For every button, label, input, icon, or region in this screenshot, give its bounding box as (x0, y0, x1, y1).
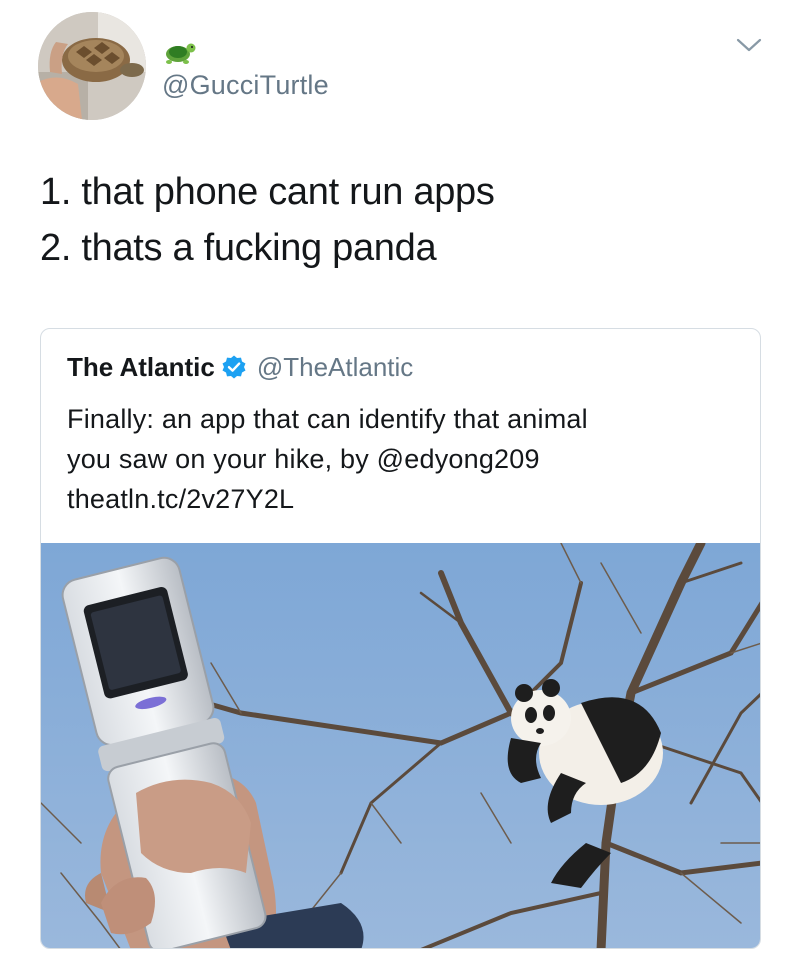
quoted-tweet-text: Finally: an app that can identify that a… (67, 399, 747, 519)
turtle-avatar-icon (38, 12, 146, 120)
quoted-tweet-line: you saw on your hike, by @edyong209 (67, 444, 540, 474)
quoted-tweet-line: Finally: an app that can identify that a… (67, 404, 588, 434)
quoted-tweet-header: The Atlantic @TheAtlantic (67, 349, 413, 385)
author-handle[interactable]: @GucciTurtle (162, 70, 329, 101)
tweet-text-line: 1. that phone cant run apps (40, 171, 495, 213)
quoted-author-handle[interactable]: @TheAtlantic (257, 352, 413, 383)
quoted-tweet-card[interactable]: The Atlantic @TheAtlantic Finally: an ap… (40, 328, 761, 949)
verified-badge-icon (221, 354, 247, 380)
tweet-header: @GucciTurtle (0, 0, 800, 130)
tweet-text: 1. that phone cant run apps 2. thats a f… (40, 164, 760, 276)
turtle-emoji-icon (162, 36, 198, 66)
quoted-author-name[interactable]: The Atlantic (67, 352, 215, 383)
panda-in-tree-photo[interactable] (41, 543, 760, 948)
avatar[interactable] (38, 12, 146, 120)
chevron-down-icon[interactable] (732, 32, 766, 58)
quoted-tweet-link[interactable]: theatln.tc/2v27Y2L (67, 479, 747, 519)
tweet-text-line: 2. thats a fucking panda (40, 227, 437, 269)
